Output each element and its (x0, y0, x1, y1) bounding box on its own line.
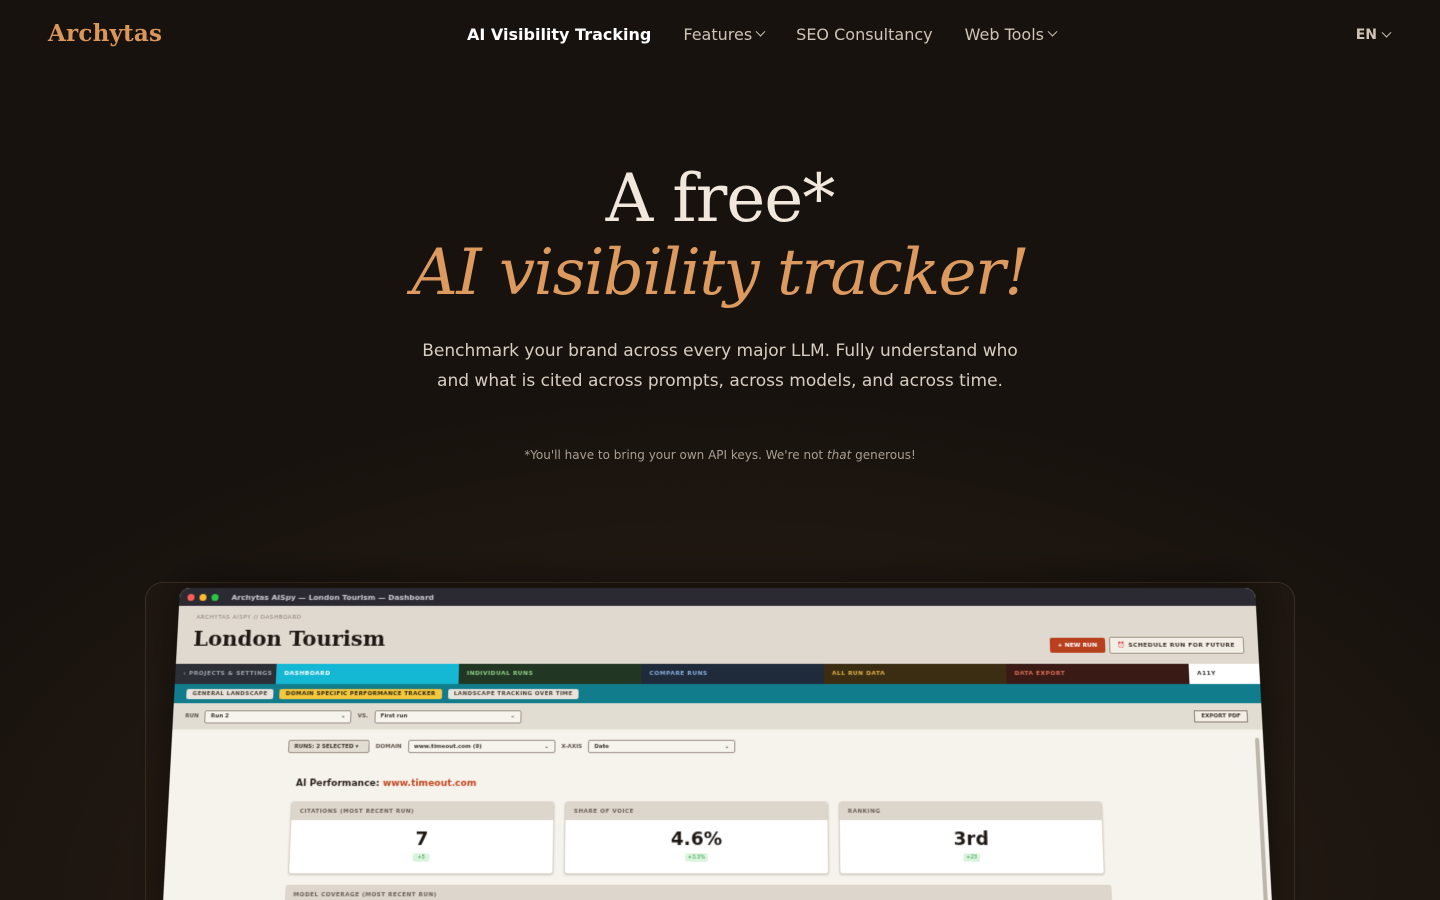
metric-card-header: RANKING (839, 802, 1102, 821)
model-coverage-panel[interactable]: MODEL COVERAGE (MOST RECENT RUN) (284, 884, 1113, 900)
hero-title-accent: AI visibility tracker! (411, 236, 1030, 310)
tab-label: DASHBOARD (284, 670, 331, 677)
subtab-domain-performance[interactable]: DOMAIN SPECIFIC PERFORMANCE TRACKER (279, 688, 442, 699)
top-navigation: Archytas AI Visibility Tracking Features… (0, 0, 1440, 72)
tab-all-run-data[interactable]: ALL RUN DATA (823, 663, 1007, 684)
run-select[interactable]: Run 2 ⌄ (204, 709, 352, 723)
dashboard-body: RUNS: 2 SELECTED ▾ DOMAIN www.timeout.co… (161, 729, 1274, 900)
compare-select-value: First run (380, 713, 408, 720)
metric-card-share-of-voice: SHARE OF VOICE 4.6% +3.3% (563, 801, 830, 875)
export-pdf-button[interactable]: EXPORT PDF (1194, 710, 1249, 723)
xaxis-label: X-AXIS (561, 743, 583, 750)
ai-performance-heading: AI Performance: www.timeout.com (296, 779, 477, 789)
vs-label: VS. (357, 713, 369, 720)
run-select-value: Run 2 (210, 713, 230, 720)
project-title: London Tourism (192, 625, 386, 651)
metric-card-value: 7 (414, 828, 429, 851)
minimize-window-dot (199, 593, 207, 601)
app-header: ARCHYTAS AISPY // DASHBOARD London Touri… (175, 605, 1260, 664)
chevron-down-icon (755, 26, 766, 37)
maximize-window-dot (211, 593, 219, 601)
hero-footnote: *You'll have to bring your own API keys.… (0, 448, 1440, 462)
tab-label: COMPARE RUNS (649, 670, 708, 677)
metric-delta-badge: +5 (412, 853, 430, 862)
subtab-general-landscape[interactable]: GENERAL LANDSCAPE (186, 688, 274, 699)
close-window-dot (187, 593, 195, 601)
nav-link-label: SEO Consultancy (796, 25, 933, 44)
nav-links: AI Visibility Tracking Features SEO Cons… (467, 25, 1088, 44)
footnote-text-end: generous! (851, 448, 916, 462)
nav-link-label: Web Tools (964, 25, 1044, 44)
footnote-text: *You'll have to bring your own API keys.… (524, 448, 827, 462)
performance-domain: www.timeout.com (382, 778, 477, 790)
metric-card-citations: CITATIONS (MOST RECENT RUN) 7 +5 (288, 801, 555, 875)
tab-label: ALL RUN DATA (831, 670, 886, 677)
app-screenshot-preview: Archytas AISpy — London Tourism — Dashbo… (161, 588, 1274, 900)
hero-subtitle: Benchmark your brand across every major … (422, 341, 1018, 391)
filter-bar: RUNS: 2 SELECTED ▾ DOMAIN www.timeout.co… (287, 739, 736, 754)
metric-card-header: CITATIONS (MOST RECENT RUN) (291, 802, 554, 821)
compare-run-select[interactable]: First run ⌄ (374, 709, 522, 723)
nav-link-seo-consultancy[interactable]: SEO Consultancy (796, 25, 932, 44)
logo[interactable]: Archytas (48, 20, 162, 47)
tab-label: DATA EXPORT (1014, 670, 1066, 677)
chevron-down-icon (1047, 26, 1058, 37)
runs-selected-dropdown[interactable]: RUNS: 2 SELECTED ▾ (287, 739, 370, 754)
chevron-down-icon: ⌄ (724, 743, 730, 750)
metric-card-ranking: RANKING 3rd +23 (838, 801, 1105, 875)
footnote-emphasis: that (826, 448, 852, 462)
language-selector[interactable]: EN (1355, 27, 1392, 43)
tab-label: ‹ PROJECTS & SETTINGS (183, 670, 273, 677)
domain-label: DOMAIN (375, 743, 402, 750)
new-run-button[interactable]: + NEW RUN (1049, 637, 1106, 653)
run-label: RUN (185, 713, 199, 720)
breadcrumb: ARCHYTAS AISPY // DASHBOARD (196, 614, 302, 621)
tab-dashboard[interactable]: DASHBOARD (275, 663, 460, 684)
nav-link-features[interactable]: Features (683, 25, 766, 44)
window-titlebar: Archytas AISpy — London Tourism — Dashbo… (179, 588, 1256, 606)
metric-card-value: 3rd (953, 828, 990, 851)
schedule-run-button[interactable]: ⏰ SCHEDULE RUN FOR FUTURE (1108, 636, 1245, 654)
nav-link-web-tools[interactable]: Web Tools (964, 25, 1058, 44)
nav-link-label: Features (683, 25, 753, 44)
chevron-down-icon: ⌄ (340, 713, 346, 720)
hero-title: A free* (605, 160, 836, 237)
tab-label: A11Y (1196, 670, 1217, 677)
chevron-down-icon: ⌄ (510, 713, 516, 720)
tab-compare-runs[interactable]: COMPARE RUNS (641, 663, 825, 684)
xaxis-select[interactable]: Date ⌄ (588, 739, 736, 754)
chevron-down-icon: ⌄ (544, 743, 550, 750)
metric-card-value: 4.6% (670, 828, 723, 851)
metric-card-header: SHARE OF VOICE (565, 802, 828, 821)
tab-projects-settings[interactable]: ‹ PROJECTS & SETTINGS (174, 663, 277, 684)
tab-label: INDIVIDUAL RUNS (466, 670, 534, 677)
domain-select-value: www.timeout.com (9) (413, 743, 482, 750)
nav-link-ai-visibility-tracking[interactable]: AI Visibility Tracking (467, 25, 651, 44)
metric-delta-badge: +23 (963, 853, 981, 862)
tab-a11y[interactable]: A11Y (1188, 663, 1261, 684)
domain-select[interactable]: www.timeout.com (9) ⌄ (407, 739, 556, 754)
tab-individual-runs[interactable]: INDIVIDUAL RUNS (458, 663, 642, 684)
metric-delta-badge: +3.3% (685, 853, 708, 862)
app-tabs: ‹ PROJECTS & SETTINGS DASHBOARD INDIVIDU… (174, 663, 1261, 684)
language-label: EN (1355, 27, 1377, 43)
window-title: Archytas AISpy — London Tourism — Dashbo… (231, 592, 435, 602)
performance-label: AI Performance: (295, 778, 383, 790)
dashboard-subtabs: GENERAL LANDSCAPE DOMAIN SPECIFIC PERFOR… (173, 683, 1262, 704)
chevron-down-icon (1381, 27, 1392, 38)
run-selector-bar: RUN Run 2 ⌄ VS. First run ⌄ EXPORT PDF (172, 703, 1263, 730)
subtab-landscape-over-time[interactable]: LANDSCAPE TRACKING OVER TIME (447, 688, 579, 699)
nav-link-label: AI Visibility Tracking (467, 25, 652, 44)
xaxis-select-value: Date (594, 743, 610, 750)
tab-data-export[interactable]: DATA EXPORT (1006, 663, 1190, 684)
metric-cards: CITATIONS (MOST RECENT RUN) 7 +5 SHARE O… (288, 801, 1105, 875)
